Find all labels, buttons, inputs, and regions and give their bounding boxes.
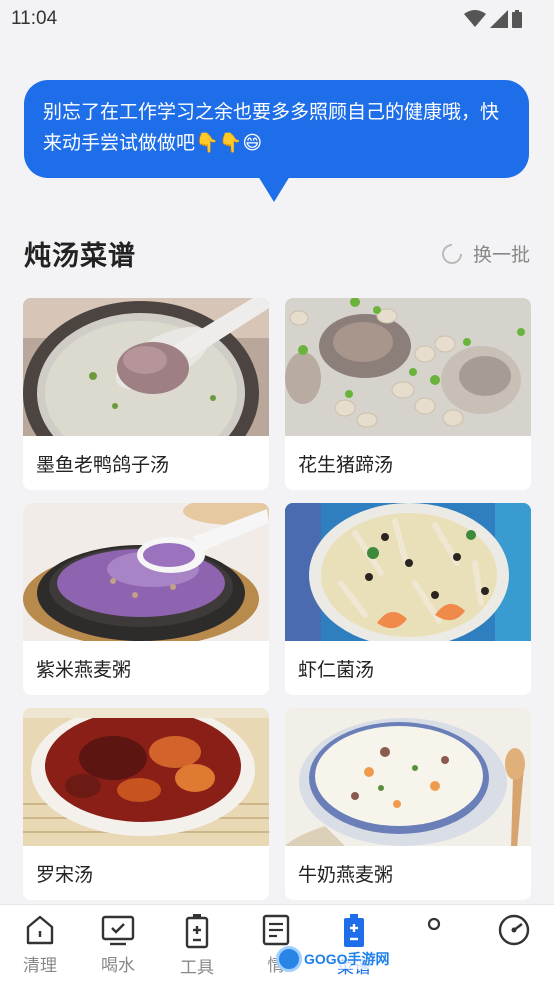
recipe-card[interactable]: 罗宋汤 — [23, 708, 269, 900]
recipe-card[interactable]: 墨鱼老鸭鸽子汤 — [23, 298, 269, 490]
recipe-name: 罗宋汤 — [36, 864, 94, 886]
status-time: 11:04 — [11, 8, 58, 29]
monitor-check-icon — [101, 915, 135, 946]
recipe-name: 牛奶燕麦粥 — [298, 864, 394, 886]
bottom-nav: 清理 喝水 工具 情 — [0, 904, 554, 984]
document-icon — [262, 914, 290, 946]
recipe-photo — [23, 503, 269, 641]
recipe-name: 墨鱼老鸭鸽子汤 — [36, 454, 170, 476]
recipe-name: 花生猪蹄汤 — [298, 454, 394, 476]
watermark: GOGO手游网 — [276, 946, 390, 972]
nav-item-water[interactable]: 喝水 — [86, 913, 150, 976]
house-icon — [26, 915, 54, 945]
nav-item-extra[interactable] — [402, 913, 466, 947]
recipe-photo — [23, 298, 269, 436]
recipe-card[interactable]: 紫米燕麦粥 — [23, 503, 269, 695]
status-icons — [464, 10, 522, 28]
recipe-photo — [23, 708, 269, 846]
refresh-button[interactable]: 换一批 — [441, 240, 530, 267]
gauge-icon — [498, 914, 530, 946]
signal-icon — [490, 10, 508, 28]
nav-label: 清理 — [23, 956, 57, 976]
recipe-name: 紫米燕麦粥 — [36, 659, 132, 681]
status-bar: 11:04 — [0, 0, 554, 40]
nav-item-speed[interactable] — [482, 913, 546, 951]
health-tip-text: 别忘了在工作学习之余也要多多照顾自己的健康哦，快来动手尝试做做吧👇👇😄 — [43, 101, 500, 154]
battery-icon — [512, 10, 522, 28]
nav-label: 工具 — [180, 958, 214, 978]
circle-icon — [427, 917, 441, 931]
nav-label: 喝水 — [101, 956, 135, 976]
refresh-icon — [442, 243, 462, 264]
refresh-label: 换一批 — [472, 244, 530, 266]
nav-item-tools[interactable]: 工具 — [165, 913, 229, 978]
recipe-photo — [285, 298, 531, 436]
battery-plus-icon — [344, 914, 364, 947]
recipe-card[interactable]: 牛奶燕麦粥 — [285, 708, 531, 900]
recipe-card[interactable]: 花生猪蹄汤 — [285, 298, 531, 490]
recipe-photo — [285, 708, 531, 846]
wifi-icon — [464, 10, 486, 27]
bubble-tail — [258, 176, 290, 202]
section-title: 炖汤菜谱 — [24, 241, 136, 272]
nav-item-clean[interactable]: 清理 — [8, 913, 72, 976]
recipe-card[interactable]: 虾仁菌汤 — [285, 503, 531, 695]
recipe-photo — [285, 503, 531, 641]
watermark-logo-icon — [276, 946, 302, 972]
watermark-text: GOGO手游网 — [304, 949, 390, 969]
recipe-name: 虾仁菌汤 — [298, 659, 375, 681]
battery-plus-icon — [185, 914, 209, 949]
health-tip-bubble: 别忘了在工作学习之余也要多多照顾自己的健康哦，快来动手尝试做做吧👇👇😄 — [24, 80, 529, 178]
